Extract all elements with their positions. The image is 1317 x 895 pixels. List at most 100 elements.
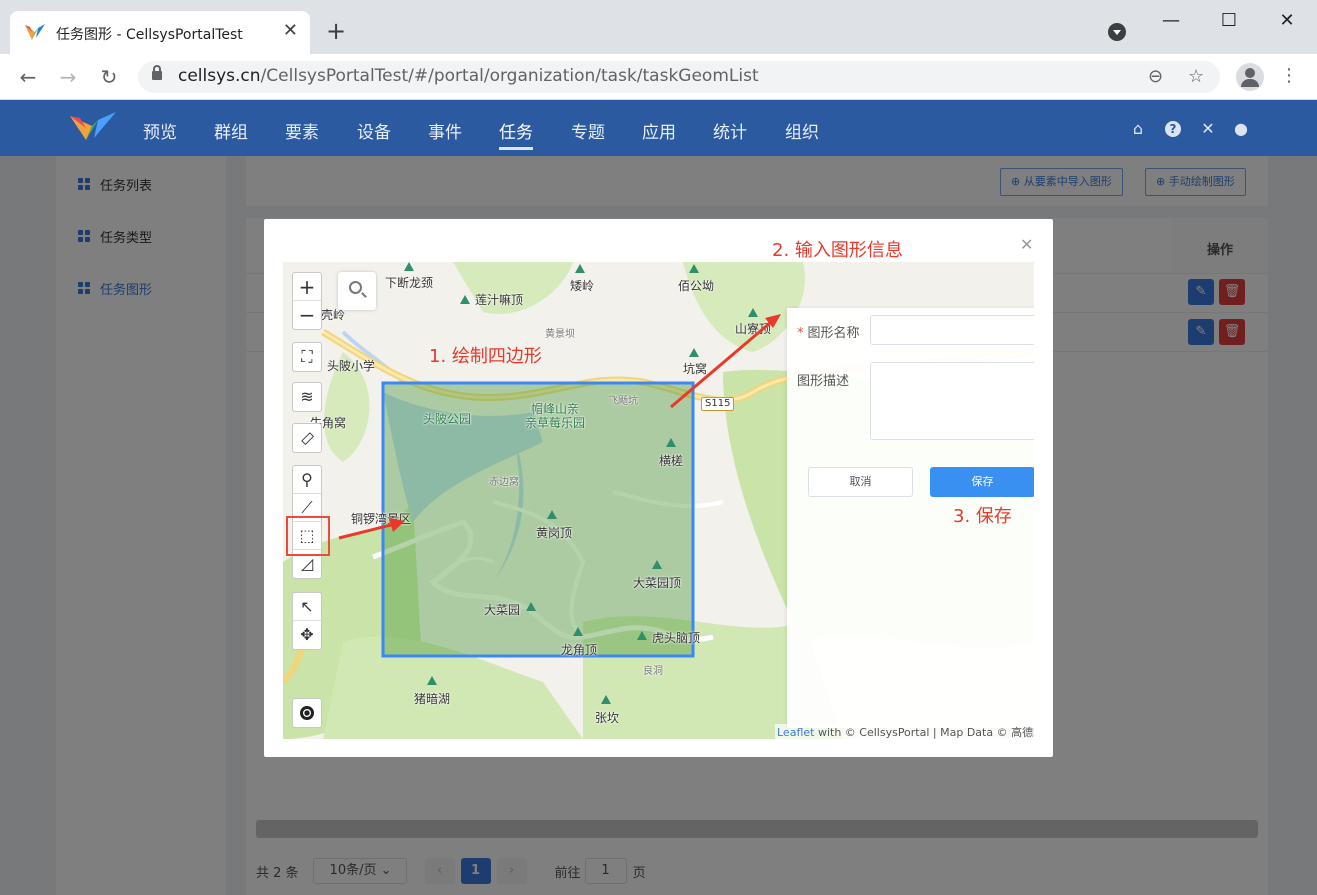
dialog-close-icon[interactable]: ✕ xyxy=(1020,237,1033,253)
peak-icon xyxy=(689,264,699,273)
layers-icon[interactable]: ≋ xyxy=(293,383,321,411)
peak-icon xyxy=(575,264,585,273)
road-badge: S115 xyxy=(701,397,735,411)
map-label: 大菜园 xyxy=(484,603,521,617)
map-label: 飞飏坑 xyxy=(608,396,638,407)
new-tab-icon[interactable]: + xyxy=(326,17,346,45)
desc-label: 图形描述 xyxy=(797,374,850,389)
geometry-name-input[interactable] xyxy=(870,315,1034,345)
nav-item-devices[interactable]: 设备 xyxy=(357,118,391,143)
peak-icon xyxy=(601,695,611,704)
zoom-out-button[interactable]: − xyxy=(293,301,321,329)
fullscreen-control: ⛶ xyxy=(292,342,322,372)
draw-geometry-dialog: ✕ 下断龙颈 莲汁嘛顶 矮岭 佰公坳 山寮顶 坑窝 头陂小学 壳岭 牛角窝 头陂… xyxy=(264,219,1053,757)
active-nav-indicator xyxy=(499,147,533,150)
marker-draw-icon[interactable]: ⚲ xyxy=(293,466,321,494)
window-close-icon[interactable]: ✕ xyxy=(1264,8,1310,38)
url-field[interactable]: cellsys.cn/CellsysPortalTest/#/portal/or… xyxy=(138,61,1220,93)
help-icon[interactable]: ? xyxy=(1165,121,1181,137)
map-label: 黄景坝 xyxy=(545,329,575,340)
map-label: 头陂公园 xyxy=(423,412,472,426)
edit-select-icon[interactable]: ↖ xyxy=(293,593,321,621)
map-label: 猪暗湖 xyxy=(414,692,451,706)
tab-search-icon[interactable] xyxy=(1108,23,1126,41)
browser-tab[interactable]: 任务图形 - CellsysPortalTest ✕ xyxy=(10,11,310,54)
nav-item-events[interactable]: 事件 xyxy=(428,118,462,143)
map-label: 佰公坳 xyxy=(678,279,715,293)
zoom-control: + − xyxy=(292,272,322,330)
map-label: 亲草莓乐园 xyxy=(525,416,586,430)
leaflet-link[interactable]: Leaflet xyxy=(777,726,814,739)
step1-annotation: 1. 绘制四边形 xyxy=(429,346,542,367)
bookmark-star-icon[interactable]: ☆ xyxy=(1188,66,1204,87)
peak-icon xyxy=(748,308,758,317)
nav-item-apps[interactable]: 应用 xyxy=(642,118,676,143)
address-bar: ← → ↻ cellsys.cn/CellsysPortalTest/#/por… xyxy=(0,54,1317,100)
map-label: 头陂小学 xyxy=(327,359,376,373)
url-text: cellsys.cn/CellsysPortalTest/#/portal/or… xyxy=(178,66,759,86)
rectangle-tool-highlight xyxy=(286,516,330,556)
tab-close-icon[interactable]: ✕ xyxy=(283,21,298,41)
map-label: 黄岗顶 xyxy=(536,526,573,540)
zoom-icon[interactable]: ⊖ xyxy=(1148,66,1163,87)
reload-icon[interactable]: ↻ xyxy=(96,64,122,90)
geometry-form-panel: * 图形名称 图形描述 取消 保存 3. 保存 xyxy=(787,308,1034,728)
fullscreen-icon[interactable]: ⛶ xyxy=(293,343,321,371)
app-header: 预览 群组 要素 设备 事件 任务 专题 应用 统计 组织 ⌂ ? ✕ ● xyxy=(0,100,1317,156)
map-label: 山寮顶 xyxy=(735,322,772,336)
peak-icon xyxy=(404,262,414,271)
home-icon[interactable]: ⌂ xyxy=(1129,120,1147,138)
name-label: * 图形名称 xyxy=(797,326,860,341)
nav-item-features[interactable]: 要素 xyxy=(285,118,319,143)
ruler-icon[interactable]: ▭ xyxy=(287,418,327,458)
user-icon[interactable]: ● xyxy=(1232,120,1250,138)
nav-item-topics[interactable]: 专题 xyxy=(571,118,605,143)
minimize-icon[interactable]: — xyxy=(1148,8,1194,38)
map-label: 莲汁嘛顶 xyxy=(475,293,524,307)
tools-icon[interactable]: ✕ xyxy=(1199,120,1217,138)
move-icon[interactable]: ✥ xyxy=(293,621,321,649)
back-arrow-icon[interactable]: ← xyxy=(15,64,41,90)
nav-item-groups[interactable]: 群组 xyxy=(214,118,248,143)
save-button[interactable]: 保存 xyxy=(930,467,1034,497)
zoom-in-button[interactable]: + xyxy=(293,273,321,301)
map-label: 坑窝 xyxy=(683,362,708,376)
tab-title: 任务图形 - CellsysPortalTest xyxy=(56,27,243,43)
nav-item-stats[interactable]: 统计 xyxy=(713,118,747,143)
maximize-icon[interactable]: ☐ xyxy=(1206,8,1252,38)
lock-icon xyxy=(152,65,162,80)
map-view[interactable]: 下断龙颈 莲汁嘛顶 矮岭 佰公坳 山寮顶 坑窝 头陂小学 壳岭 牛角窝 头陂公园… xyxy=(283,262,1034,739)
map-label: 铜锣湾景区 xyxy=(351,512,412,526)
measure-control: ▭ xyxy=(292,423,322,453)
step3-annotation: 3. 保存 xyxy=(953,506,1012,527)
map-label: 龙角顶 xyxy=(561,643,598,657)
peak-icon xyxy=(689,348,699,357)
map-attribution: Leaflet with © CellsysPortal | Map Data … xyxy=(775,724,1034,739)
step2-annotation: 2. 输入图形信息 xyxy=(772,240,903,261)
edit-toolbar: ↖ ✥ xyxy=(292,592,322,650)
peak-icon xyxy=(460,295,470,304)
locate-icon[interactable] xyxy=(292,698,322,728)
map-label: 横槎 xyxy=(659,454,684,468)
nav-item-tasks[interactable]: 任务 xyxy=(499,118,533,143)
map-label: 赤边窝 xyxy=(489,477,519,488)
map-label: 大菜园顶 xyxy=(633,576,682,590)
profile-avatar-icon[interactable] xyxy=(1236,63,1264,91)
map-label: 矮岭 xyxy=(570,279,595,293)
layers-control: ≋ xyxy=(292,382,322,412)
forward-arrow-icon[interactable]: → xyxy=(55,64,81,90)
map-label: 良洞 xyxy=(643,666,663,677)
peak-icon xyxy=(526,602,536,611)
peak-icon xyxy=(427,676,437,685)
map-label: 下断龙颈 xyxy=(385,276,434,290)
geometry-description-textarea[interactable] xyxy=(870,362,1034,440)
cancel-button[interactable]: 取消 xyxy=(808,467,913,497)
peak-icon xyxy=(573,627,583,636)
nav-item-organization[interactable]: 组织 xyxy=(785,118,819,143)
browser-menu-icon[interactable]: ⋮ xyxy=(1280,66,1298,86)
map-label: 虎头脑顶 xyxy=(652,631,701,645)
nav-item-preview[interactable]: 预览 xyxy=(143,118,177,143)
map-search-icon[interactable] xyxy=(338,272,376,310)
peak-icon xyxy=(637,631,647,640)
app-logo xyxy=(70,112,116,140)
